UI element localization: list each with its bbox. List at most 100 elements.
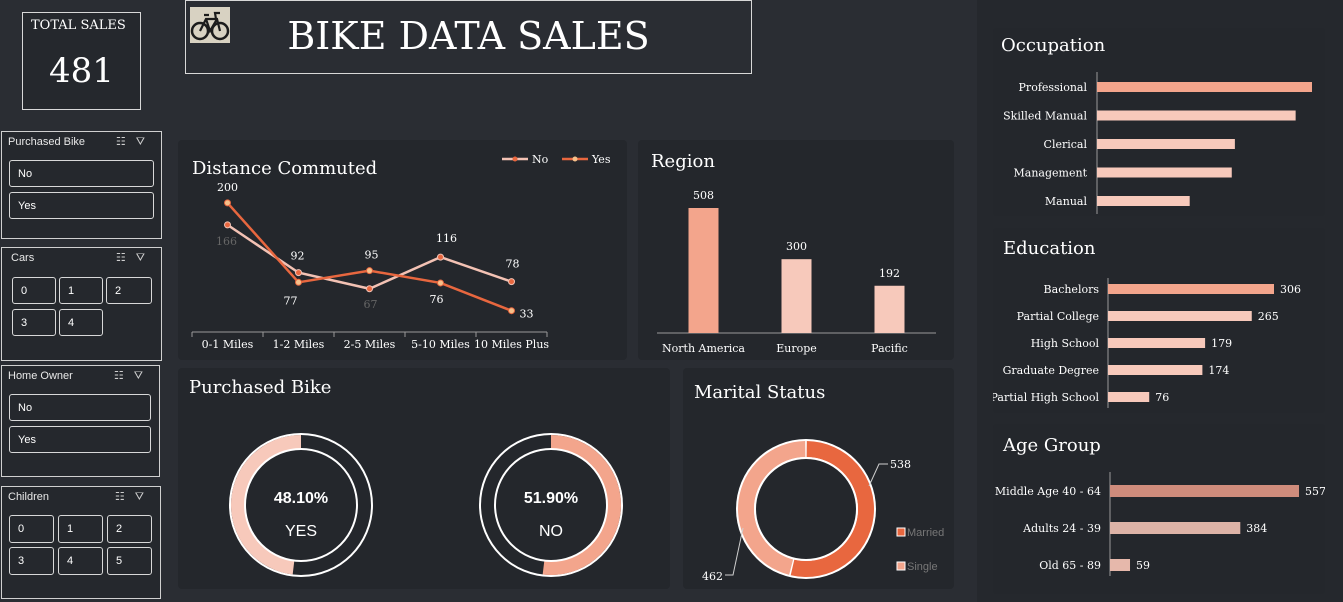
education-panel: Education Bachelors 306 Partial College 265… xyxy=(993,228,1325,413)
y-tick-label: Partial College xyxy=(1017,310,1099,323)
clear-filter-icon[interactable]: ☷⛛ xyxy=(116,251,155,265)
y-tick-label: Skilled Manual xyxy=(1003,110,1087,123)
header-banner: BIKE DATA SALES xyxy=(185,0,752,74)
distance-chart: 0-1 Miles 1-2 Miles 2-5 Miles 5-10 Miles 10 … xyxy=(191,153,611,351)
donut-label: NO xyxy=(539,523,563,540)
legend-label: Married xyxy=(907,527,944,539)
data-label: 67 xyxy=(364,298,378,311)
clear-filter-icon[interactable]: ☷⛛ xyxy=(115,490,154,504)
y-tick-label: Manual xyxy=(1045,195,1088,208)
slicer-item-0[interactable]: 0 xyxy=(12,277,56,304)
data-label: 462 xyxy=(702,570,723,583)
data-label: 265 xyxy=(1258,310,1279,323)
data-label: 33 xyxy=(520,308,534,321)
slicer-purchased-bike: Purchased Bike ☷⛛ No Yes xyxy=(1,131,162,239)
data-label: 95 xyxy=(365,249,379,262)
slicer-item-yes[interactable]: Yes xyxy=(9,192,154,219)
data-point xyxy=(508,278,515,286)
bar xyxy=(1097,139,1235,149)
data-point xyxy=(295,269,302,277)
legend-label: No xyxy=(532,153,549,166)
y-tick-label: Bachelors xyxy=(1044,283,1100,296)
data-label: 384 xyxy=(1246,522,1267,535)
data-label: 179 xyxy=(1211,337,1232,350)
purchased-chart: 48.10% YES 51.90% NO xyxy=(229,433,623,577)
slicer-item-5[interactable]: 5 xyxy=(107,547,152,575)
data-label: 59 xyxy=(1136,559,1150,572)
legend-marker xyxy=(896,527,906,537)
slicer-item-0[interactable]: 0 xyxy=(9,515,54,543)
slicer-title: Purchased Bike xyxy=(8,136,86,148)
data-point xyxy=(366,267,373,275)
occupation-chart: Professional Skilled Manual Clerical Manage… xyxy=(1003,72,1312,214)
slicer-item-4[interactable]: 4 xyxy=(59,309,103,336)
data-label: 306 xyxy=(1280,283,1301,296)
slicer-item-1[interactable]: 1 xyxy=(59,277,103,304)
donut-percent: 48.10% xyxy=(274,490,328,507)
clear-filter-icon[interactable]: ☷⛛ xyxy=(114,369,153,383)
slicer-children: Children ☷⛛ 0 1 2 3 4 5 xyxy=(1,486,161,599)
total-sales-value: 481 xyxy=(49,51,114,91)
occupation-panel: Occupation Professional Skilled Manual Cle… xyxy=(993,28,1325,216)
slicer-title: Cars xyxy=(11,252,35,264)
y-tick-label: Professional xyxy=(1019,81,1088,94)
slicer-title: Home Owner xyxy=(8,370,73,382)
y-tick-label: Graduate Degree xyxy=(1003,364,1099,377)
data-label: 174 xyxy=(1208,364,1229,377)
legend-marker xyxy=(512,156,518,162)
bar xyxy=(781,259,812,333)
x-tick-label: 10 Miles Plus xyxy=(474,338,549,351)
bar xyxy=(1108,338,1206,348)
data-label: 76 xyxy=(1155,391,1169,404)
bar xyxy=(1110,522,1241,534)
donut-percent: 51.90% xyxy=(524,490,578,507)
age-chart: Middle Age 40 - 64 557 Adults 24 - 39 384 Ol… xyxy=(995,472,1325,576)
region-chart: 508 North America 300 Europe 192 Pacific xyxy=(657,189,936,355)
data-label: 192 xyxy=(879,267,900,280)
education-chart: Bachelors 306 Partial College 265 High Schoo… xyxy=(993,278,1301,408)
bar xyxy=(1108,365,1203,375)
marital-chart: 538 462 Married Single xyxy=(702,439,944,583)
x-tick-label: 5-10 Miles xyxy=(411,338,470,351)
data-point xyxy=(366,285,373,293)
y-tick-label: Adults 24 - 39 xyxy=(1022,522,1101,535)
age-panel: Age Group Middle Age 40 - 64 557 Adults 24… xyxy=(993,424,1325,594)
data-label: 77 xyxy=(284,294,298,307)
x-tick-label: Pacific xyxy=(871,342,908,355)
x-tick-label: North America xyxy=(662,342,745,355)
purchased-panel: Purchased Bike 48.10% YES 51.90% NO xyxy=(178,368,670,589)
leader-line xyxy=(725,527,744,576)
y-tick-label: High School xyxy=(1031,337,1100,350)
slicer-item-2[interactable]: 2 xyxy=(106,277,152,304)
slicer-item-yes[interactable]: Yes xyxy=(9,426,151,453)
bar xyxy=(1108,284,1274,294)
slicer-home-owner: Home Owner ☷⛛ No Yes xyxy=(1,365,160,477)
total-sales-card: TOTAL SALES 481 xyxy=(22,12,141,110)
data-point xyxy=(224,199,231,207)
y-tick-label: Clerical xyxy=(1044,138,1088,151)
slicer-item-2[interactable]: 2 xyxy=(107,515,152,543)
multiselect-icon[interactable]: ☷⛛ xyxy=(116,135,155,149)
slicer-title: Children xyxy=(8,491,49,503)
slicer-item-3[interactable]: 3 xyxy=(9,547,54,575)
x-tick-label: 1-2 Miles xyxy=(273,338,325,351)
data-label: 508 xyxy=(693,189,714,202)
data-label: 538 xyxy=(890,458,911,471)
distance-panel: Distance Commuted 0-1 Miles 1-2 Miles 2-5 … xyxy=(178,140,627,360)
slicer-item-no[interactable]: No xyxy=(9,394,151,421)
bar xyxy=(1110,485,1299,497)
slicer-item-4[interactable]: 4 xyxy=(58,547,103,575)
bar xyxy=(874,285,905,333)
slicer-item-no[interactable]: No xyxy=(9,160,154,187)
donut-hole xyxy=(754,457,858,561)
legend-marker xyxy=(572,156,578,162)
bar xyxy=(688,208,719,333)
slicer-item-3[interactable]: 3 xyxy=(12,309,56,336)
slicer-item-1[interactable]: 1 xyxy=(58,515,103,543)
bar xyxy=(1097,196,1190,206)
data-label: 116 xyxy=(436,232,457,245)
legend-label: Single xyxy=(907,561,938,573)
data-label: 92 xyxy=(291,250,305,263)
y-tick-label: Partial High School xyxy=(993,391,1099,404)
bar xyxy=(1108,311,1252,321)
